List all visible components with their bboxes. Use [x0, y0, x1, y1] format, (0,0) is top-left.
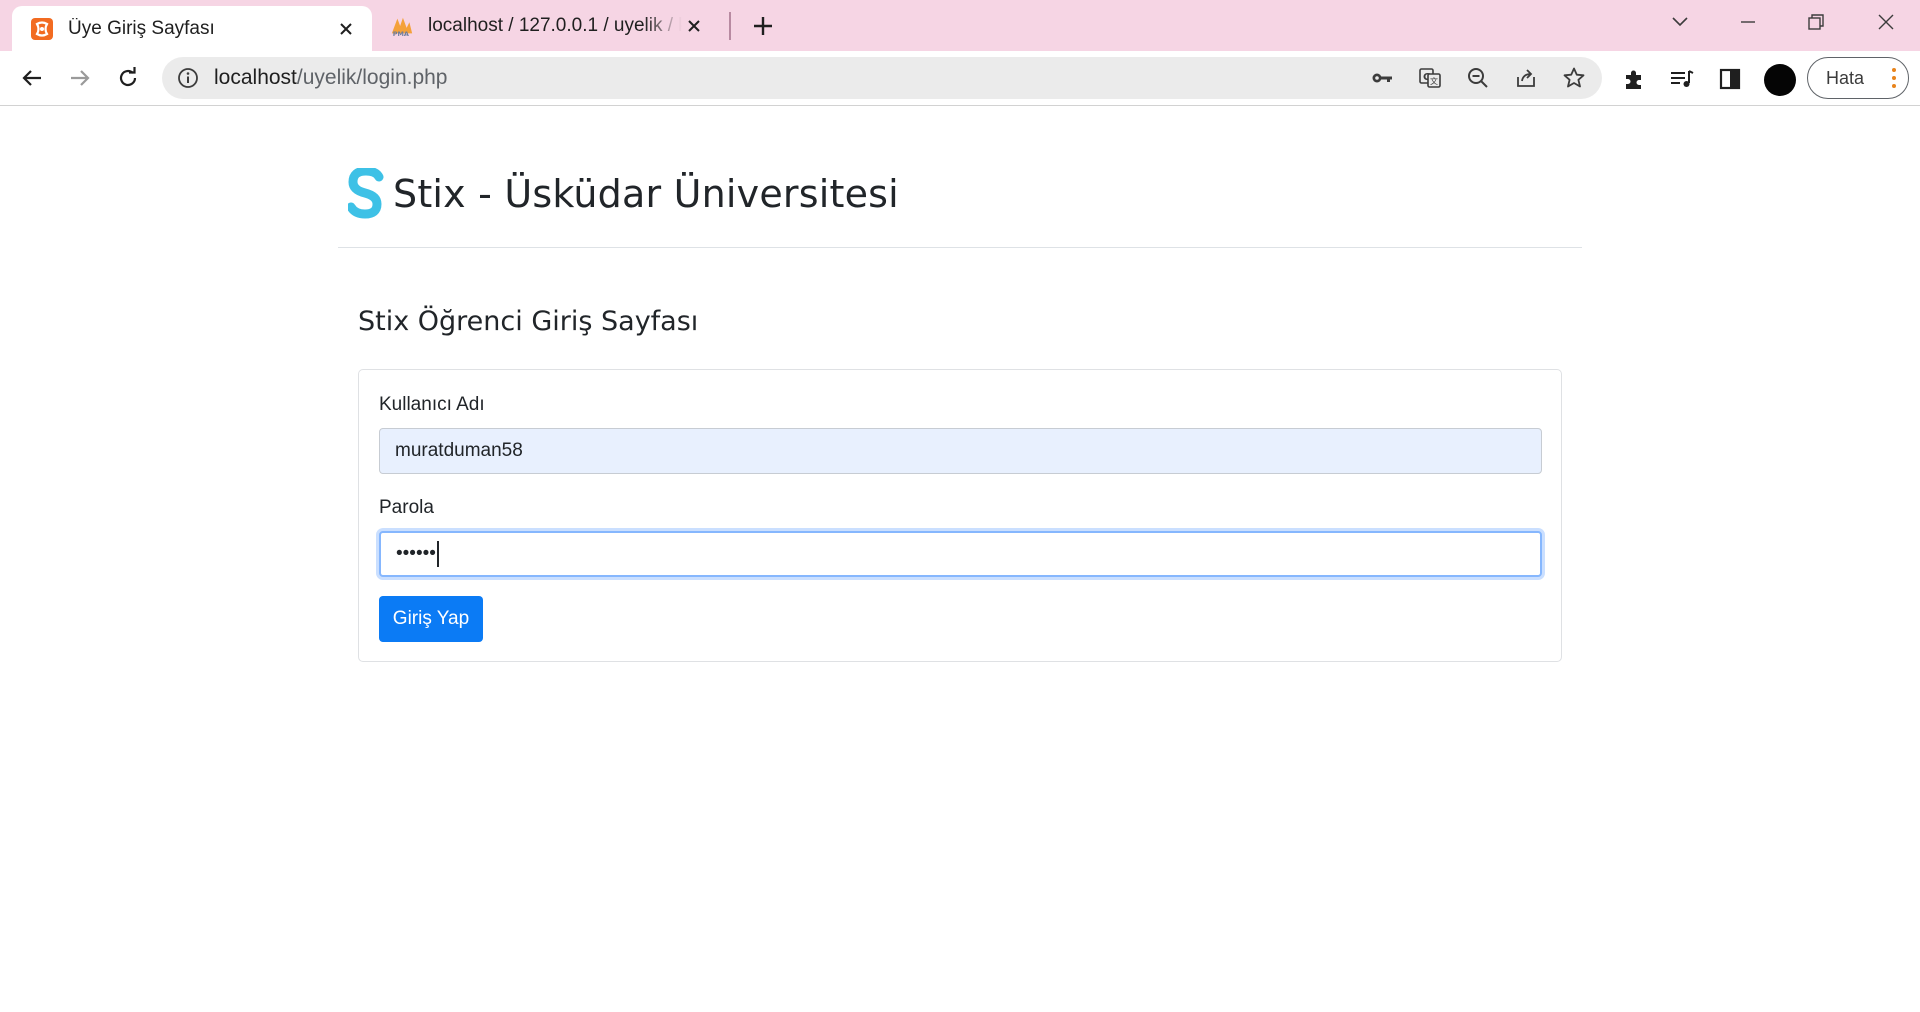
tab-search-chevron-down-icon[interactable]	[1646, 0, 1714, 44]
page-title: Stix Öğrenci Giriş Sayfası	[358, 306, 699, 337]
password-input[interactable]: ••••••	[379, 531, 1542, 577]
tab-close-icon[interactable]	[682, 14, 706, 38]
extensions-puzzle-icon[interactable]	[1621, 66, 1647, 92]
tab-title: localhost / 127.0.0.1 / uyelik / kullani…	[428, 14, 682, 36]
back-arrow-icon[interactable]	[14, 60, 50, 96]
url-host: localhost	[214, 66, 297, 89]
restore-window-icon[interactable]	[1782, 0, 1850, 44]
translate-icon[interactable]: G文	[1418, 66, 1442, 90]
share-icon[interactable]	[1514, 66, 1538, 90]
svg-text:PMA: PMA	[393, 30, 409, 38]
address-bar[interactable]: localhost/uyelik/login.php G文	[162, 57, 1602, 99]
browser-toolbar: localhost/uyelik/login.php G文 Hata	[0, 51, 1920, 106]
kebab-menu-icon[interactable]	[1892, 68, 1896, 88]
tab-login-page[interactable]: Üye Giriş Sayfası	[12, 6, 372, 51]
password-label: Parola	[379, 497, 434, 518]
svg-text:文: 文	[1430, 76, 1438, 86]
close-window-icon[interactable]	[1852, 0, 1920, 44]
login-submit-button[interactable]: Giriş Yap	[379, 596, 483, 642]
profile-error-label: Hata	[1826, 67, 1865, 88]
url-text[interactable]: localhost/uyelik/login.php	[214, 57, 448, 99]
profile-error-button[interactable]: Hata	[1807, 57, 1909, 99]
tab-phpmyadmin[interactable]: PMA localhost / 127.0.0.1 / uyelik / kul…	[380, 0, 720, 51]
tab-close-icon[interactable]	[334, 17, 358, 41]
phpmyadmin-favicon-icon: PMA	[390, 14, 414, 38]
stix-logo-icon	[348, 168, 384, 219]
site-info-icon[interactable]	[176, 66, 200, 90]
xampp-favicon-icon	[30, 17, 54, 41]
url-path: /uyelik/login.php	[296, 66, 448, 89]
tab-title: Üye Giriş Sayfası	[68, 17, 215, 39]
reload-icon[interactable]	[110, 60, 146, 96]
header-divider	[338, 247, 1582, 248]
password-masked-value: ••••••	[396, 543, 436, 564]
tab-strip: Üye Giriş Sayfası PMA localhost / 127.0.…	[0, 0, 1920, 51]
text-caret	[436, 540, 439, 567]
zoom-out-icon[interactable]	[1466, 66, 1490, 90]
login-form-card: Kullanıcı Adı muratduman58 Parola ••••••…	[358, 369, 1562, 662]
new-tab-plus-icon[interactable]	[748, 11, 778, 41]
tab-separator	[729, 12, 731, 40]
minimize-icon[interactable]	[1714, 0, 1782, 44]
password-key-icon[interactable]	[1370, 66, 1394, 90]
forward-arrow-icon[interactable]	[62, 60, 98, 96]
username-label: Kullanıcı Adı	[379, 394, 485, 415]
profile-avatar[interactable]	[1764, 64, 1796, 96]
brand-title: Stix - Üsküdar Üniversitesi	[393, 172, 899, 216]
site-brand[interactable]: Stix - Üsküdar Üniversitesi	[348, 168, 899, 220]
media-queue-icon[interactable]	[1669, 66, 1695, 92]
bookmark-star-icon[interactable]	[1562, 66, 1586, 90]
username-input[interactable]: muratduman58	[379, 428, 1542, 474]
side-panel-icon[interactable]	[1717, 66, 1743, 92]
